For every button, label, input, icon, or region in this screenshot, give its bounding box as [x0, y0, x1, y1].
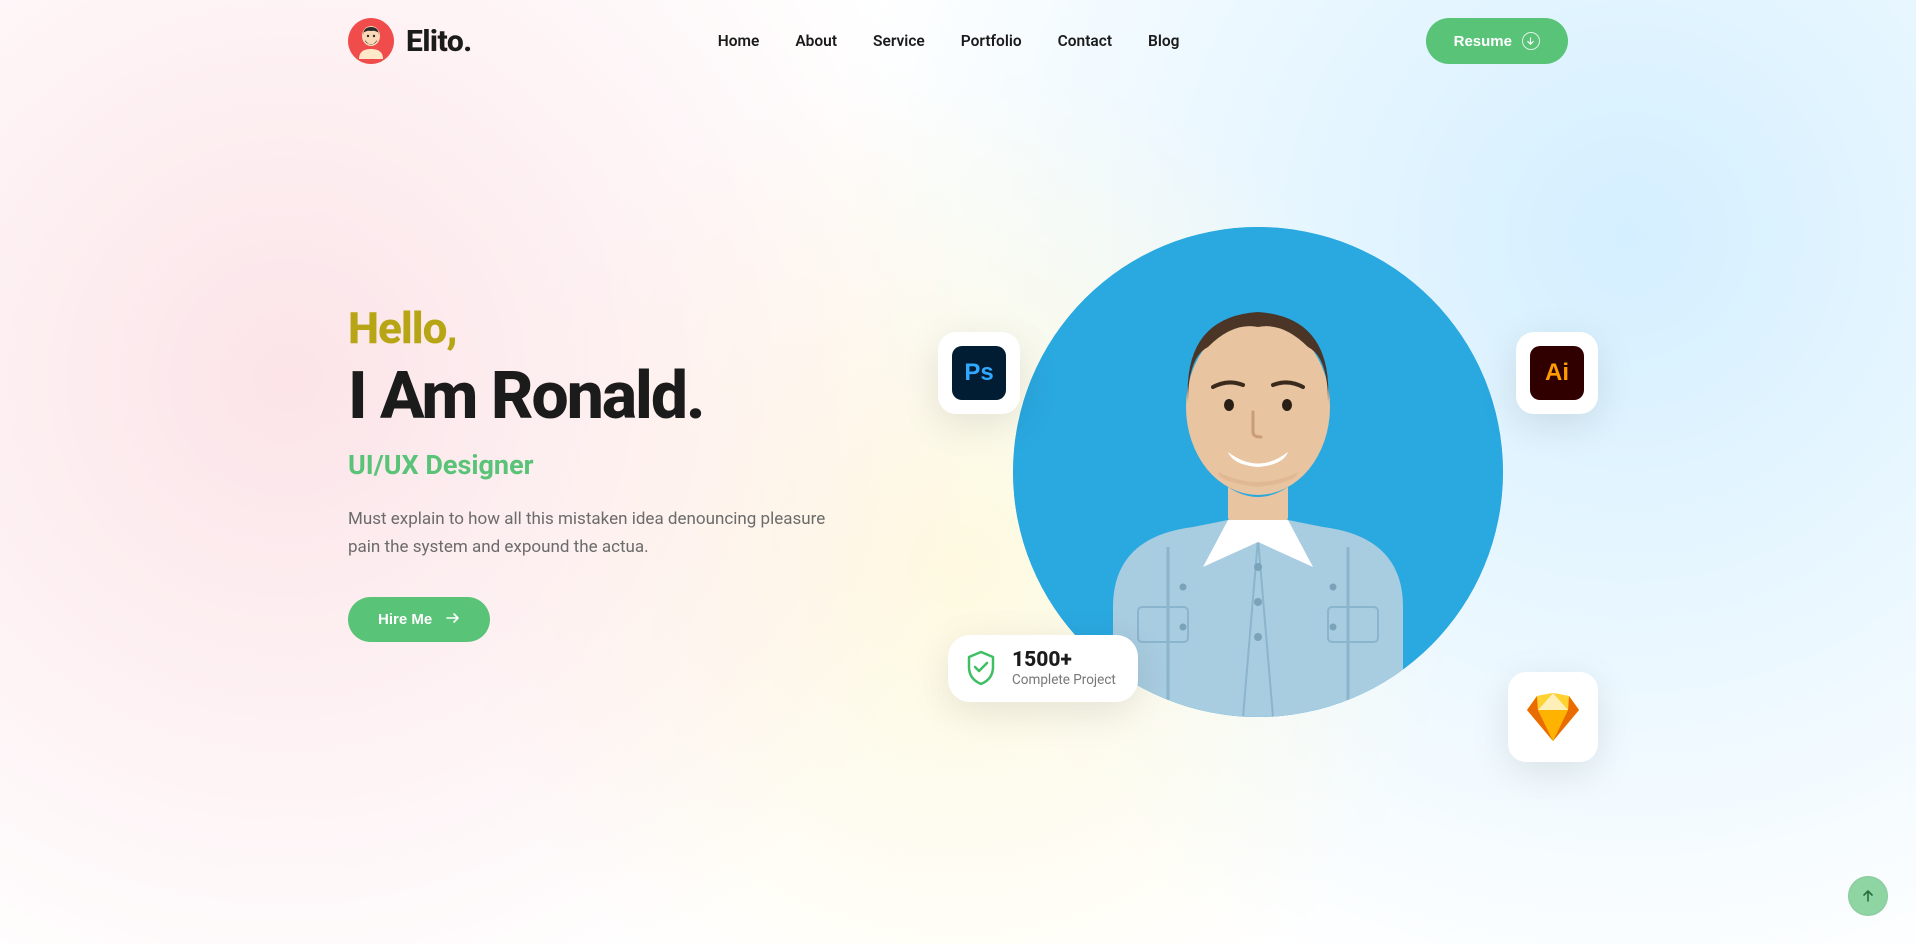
hero-greeting: Hello, [348, 302, 908, 354]
header: Elito. Home About Service Portfolio Cont… [348, 0, 1568, 82]
hero-section: Hello, I Am Ronald. UI/UX Designer Must … [348, 82, 1568, 802]
resume-button[interactable]: Resume [1426, 18, 1568, 64]
nav-service[interactable]: Service [873, 32, 925, 50]
sketch-icon [1526, 692, 1580, 742]
nav-home[interactable]: Home [718, 32, 760, 50]
logo-text: Elito. [406, 24, 472, 59]
illustrator-icon: Ai [1530, 346, 1584, 400]
photoshop-badge: Ps [938, 332, 1020, 414]
photoshop-icon: Ps [952, 346, 1006, 400]
project-count-badge: 1500+ Complete Project [948, 635, 1138, 702]
logo[interactable]: Elito. [348, 18, 472, 64]
main-nav: Home About Service Portfolio Contact Blo… [718, 32, 1180, 50]
nav-contact[interactable]: Contact [1058, 32, 1112, 50]
hero-title: I Am Ronald. [348, 362, 908, 431]
hero-description: Must explain to how all this mistaken id… [348, 505, 858, 561]
hero-visual: Ps Ai [948, 202, 1568, 742]
shield-check-icon [962, 649, 1000, 687]
arrow-right-icon [446, 611, 460, 628]
project-count: 1500+ [1012, 649, 1116, 672]
hero-content: Hello, I Am Ronald. UI/UX Designer Must … [348, 302, 908, 642]
resume-button-label: Resume [1454, 33, 1512, 50]
nav-blog[interactable]: Blog [1148, 32, 1179, 50]
nav-portfolio[interactable]: Portfolio [961, 32, 1022, 50]
logo-avatar-icon [348, 18, 394, 64]
arrow-up-icon [1861, 889, 1875, 903]
project-label: Complete Project [1012, 672, 1116, 688]
scroll-to-top-button[interactable] [1848, 876, 1888, 916]
illustrator-badge: Ai [1516, 332, 1598, 414]
hire-me-button[interactable]: Hire Me [348, 597, 490, 642]
sketch-badge [1508, 672, 1598, 762]
hire-me-label: Hire Me [378, 611, 432, 628]
nav-about[interactable]: About [795, 32, 837, 50]
hero-role: UI/UX Designer [348, 449, 908, 481]
download-icon [1522, 32, 1540, 50]
